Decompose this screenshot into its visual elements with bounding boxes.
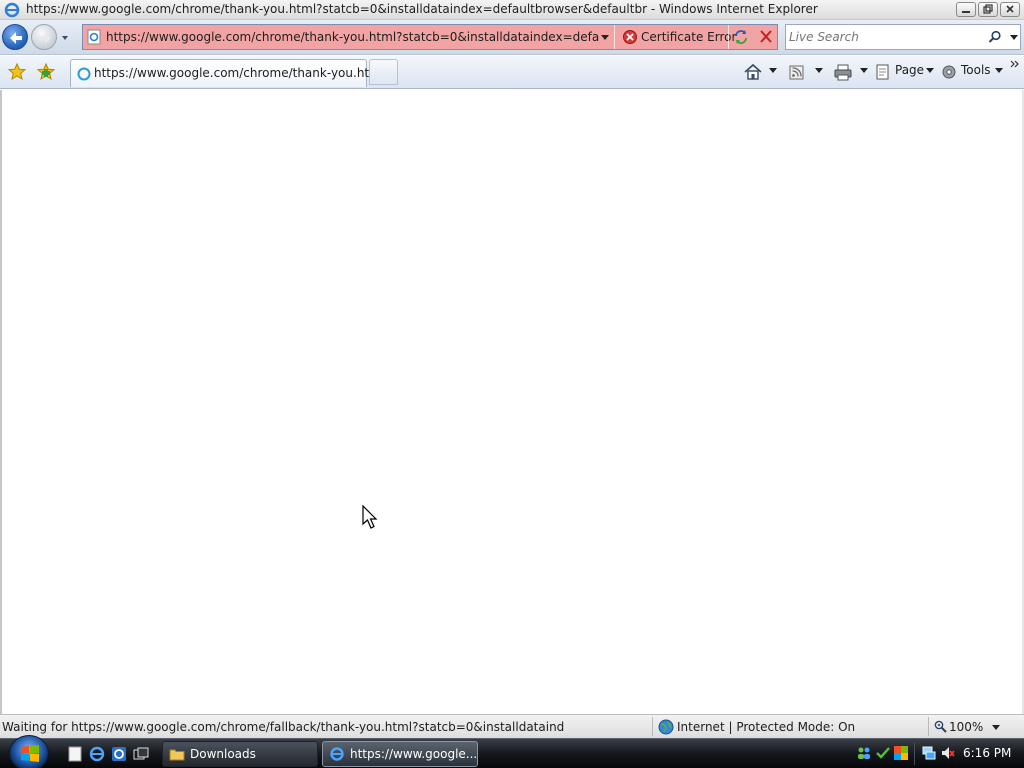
network-users-icon[interactable] <box>856 745 872 761</box>
divider <box>928 717 929 736</box>
clock[interactable]: 6:16 PM <box>963 746 1011 760</box>
certificate-error-button[interactable]: Certificate Error <box>619 25 736 49</box>
search-input[interactable] <box>789 28 985 46</box>
tab-current[interactable]: https://www.google.com/chrome/thank-you.… <box>70 59 381 87</box>
search-icon[interactable] <box>988 30 1002 44</box>
address-bar[interactable]: https://www.google.com/chrome/thank-you.… <box>82 24 778 50</box>
loading-icon <box>77 67 91 81</box>
title-bar[interactable]: https://www.google.com/chrome/thank-you.… <box>0 0 1024 20</box>
mouse-cursor-icon <box>362 505 378 529</box>
zoom-dropdown-icon[interactable] <box>992 725 1000 731</box>
security-zone-label[interactable]: Internet | Protected Mode: On <box>677 720 855 734</box>
divider <box>652 717 653 736</box>
page-content[interactable] <box>0 90 1024 714</box>
search-provider-dropdown-icon[interactable] <box>1010 35 1018 41</box>
chevron-more-icon[interactable] <box>1010 59 1020 69</box>
url-dropdown-icon[interactable] <box>600 34 610 42</box>
forward-arrow-icon <box>39 32 51 44</box>
status-bar: Waiting for https://www.google.com/chrom… <box>0 714 1024 738</box>
divider <box>728 25 729 49</box>
back-button[interactable] <box>2 24 28 50</box>
network-icon[interactable] <box>921 745 937 761</box>
ie-icon <box>330 747 344 761</box>
globe-icon <box>658 719 674 735</box>
forward-button[interactable] <box>31 24 57 50</box>
show-desktop-icon[interactable] <box>66 745 84 763</box>
taskbar-item-downloads[interactable]: Downloads <box>162 741 318 767</box>
taskbar-item-label: https://www.google... <box>350 747 478 761</box>
divider <box>914 743 915 765</box>
page-icon <box>87 29 101 45</box>
volume-muted-icon[interactable] <box>940 745 956 761</box>
url-input[interactable]: https://www.google.com/chrome/thank-you.… <box>106 30 600 44</box>
favorites-center-icon[interactable] <box>7 62 27 82</box>
feeds-icon[interactable] <box>787 61 807 83</box>
page-icon[interactable] <box>874 61 892 83</box>
divider <box>614 25 615 49</box>
start-button[interactable] <box>9 735 49 768</box>
home-icon[interactable] <box>742 61 764 83</box>
ie-quicklaunch-icon[interactable] <box>88 745 106 763</box>
tools-dropdown-icon[interactable] <box>995 68 1003 74</box>
security-center-icon[interactable] <box>893 745 909 761</box>
new-tab-button[interactable] <box>369 59 398 85</box>
certificate-error-label: Certificate Error <box>641 30 737 44</box>
ie-alt-quicklaunch-icon[interactable] <box>110 745 128 763</box>
zoom-level[interactable]: 100% <box>949 720 983 734</box>
add-favorites-icon[interactable] <box>36 62 56 82</box>
tools-menu-label[interactable]: Tools <box>961 63 991 77</box>
refresh-icon <box>735 30 747 44</box>
tab-title: https://www.google.com/chrome/thank-you.… <box>94 66 381 80</box>
close-window-button[interactable] <box>1000 2 1020 17</box>
page-menu-label[interactable]: Page <box>895 63 924 77</box>
zoom-icon <box>934 720 947 733</box>
folder-icon <box>169 749 185 761</box>
search-box[interactable] <box>785 24 1021 50</box>
back-arrow-icon <box>10 32 22 44</box>
tab-bar: https://www.google.com/chrome/thank-you.… <box>0 56 1024 89</box>
minimize-button[interactable] <box>956 2 976 17</box>
window-title: https://www.google.com/chrome/thank-you.… <box>26 2 818 16</box>
feeds-dropdown-icon[interactable] <box>815 68 823 74</box>
restore-button[interactable] <box>978 2 998 17</box>
print-icon[interactable] <box>832 61 854 83</box>
home-dropdown-icon[interactable] <box>769 68 777 74</box>
print-dropdown-icon[interactable] <box>860 68 868 74</box>
certificate-error-icon <box>623 30 637 44</box>
stop-icon <box>760 30 772 43</box>
taskbar-item-browser[interactable]: https://www.google... <box>322 741 478 767</box>
refresh-button[interactable] <box>731 28 751 46</box>
taskbar-item-label: Downloads <box>190 747 256 761</box>
switch-windows-icon[interactable] <box>132 745 150 763</box>
update-check-icon[interactable] <box>875 745 891 761</box>
page-dropdown-icon[interactable] <box>926 68 934 74</box>
gear-icon[interactable] <box>939 61 959 83</box>
taskbar: Downloads https://www.google... 6:16 PM <box>0 735 1024 768</box>
ie-icon <box>4 2 20 18</box>
stop-button[interactable] <box>756 28 776 46</box>
status-text: Waiting for https://www.google.com/chrom… <box>2 720 565 734</box>
navigation-bar: https://www.google.com/chrome/thank-you.… <box>0 20 1024 55</box>
recent-pages-dropdown-icon[interactable] <box>60 33 70 43</box>
windows-logo-icon <box>21 745 39 762</box>
